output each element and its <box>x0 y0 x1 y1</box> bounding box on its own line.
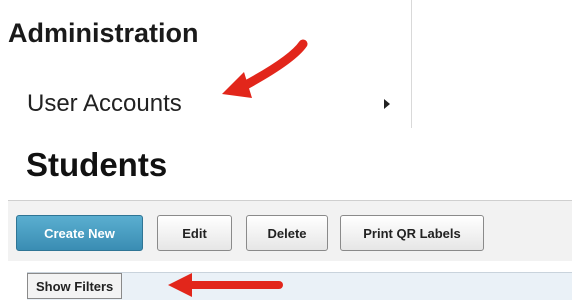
show-filters-button[interactable]: Show Filters <box>27 273 123 299</box>
delete-button[interactable]: Delete <box>246 215 328 251</box>
page-title: Students <box>26 146 168 183</box>
edit-button[interactable]: Edit <box>157 215 232 251</box>
caret-right-icon <box>384 99 390 109</box>
print-qr-labels-button[interactable]: Print QR Labels <box>340 215 484 251</box>
menu-item-label: User Accounts <box>27 90 182 117</box>
create-new-button[interactable]: Create New <box>16 215 143 251</box>
filter-bar: Show Filters <box>27 272 572 300</box>
administration-heading: Administration <box>8 18 199 48</box>
menu-item-user-accounts[interactable]: User Accounts <box>0 82 405 126</box>
menu-divider <box>411 0 412 128</box>
toolbar: Create New Edit Delete Print QR Labels <box>8 200 572 261</box>
